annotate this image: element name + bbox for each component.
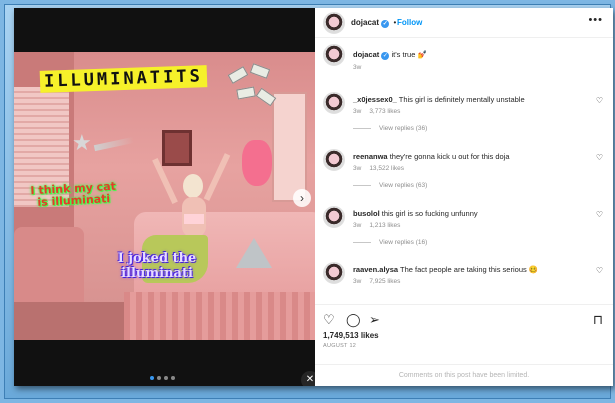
comment-text: The fact people are taking this serious … (400, 265, 539, 274)
heart-icon[interactable]: ♡ (596, 210, 603, 219)
verified-icon: ✓ (381, 52, 390, 60)
avatar[interactable] (323, 206, 345, 228)
sticker-joked-text: I joked the illuminati (117, 251, 197, 281)
avatar[interactable] (323, 12, 345, 34)
view-replies-button[interactable]: View replies (36) (353, 125, 427, 132)
view-replies-button[interactable]: View replies (63) (353, 182, 427, 189)
person-arm (203, 153, 231, 201)
pyramid-sticker-icon (236, 238, 272, 268)
likes-count[interactable]: 1,749,513 likes (323, 331, 379, 340)
carousel-dot (164, 376, 168, 380)
send-icon[interactable]: ➢ (369, 313, 380, 326)
comment-username[interactable]: raaven.alysa (353, 265, 398, 274)
author-username[interactable]: dojacat ✓ • (351, 18, 396, 28)
mute-icon[interactable]: ✕ (301, 371, 315, 386)
comment-icon[interactable]: ◯ (346, 313, 361, 326)
caption-time: 3w (353, 64, 362, 71)
caption-username[interactable]: dojacat (353, 50, 379, 59)
comments-list[interactable]: dojacat ✓ it's true 💅 3w _x0jessex0_ Thi… (315, 40, 613, 305)
carousel-dot (171, 376, 175, 380)
comment-username[interactable]: reenanwa (353, 152, 388, 161)
shooting-star-icon: ★ (72, 130, 92, 155)
post-details: dojacat ✓ • Follow ••• dojacat ✓ it's tr… (315, 8, 613, 386)
more-horizontal-icon[interactable]: ••• (588, 14, 603, 26)
avatar[interactable] (323, 44, 345, 66)
comment-time: 3w (353, 108, 362, 115)
follow-button[interactable]: Follow (397, 18, 422, 27)
person-head (183, 174, 203, 198)
comment-text: they're gonna kick u out for this doja (389, 152, 510, 161)
comment-likes[interactable]: 3,773 likes (369, 108, 400, 115)
comment-time: 3w (353, 165, 362, 172)
avatar[interactable] (323, 262, 345, 284)
heart-icon[interactable]: ♡ (596, 96, 603, 105)
comment-username[interactable]: _x0jessex0_ (353, 95, 397, 104)
avatar[interactable] (323, 92, 345, 114)
caption-text: it's true (391, 50, 416, 59)
heart-icon[interactable]: ♡ (596, 266, 603, 275)
avatar[interactable] (323, 149, 345, 171)
view-replies-button[interactable]: View replies (16) (353, 239, 427, 246)
bed-skirt (124, 292, 315, 340)
comment-text: this girl is so fucking unfunny (381, 209, 478, 218)
comment-likes[interactable]: 13,522 likes (369, 165, 404, 172)
post-media[interactable]: ILLUMINATITS ★ I think my cat is illumin… (14, 8, 315, 386)
post-header: dojacat ✓ • Follow ••• (315, 8, 613, 38)
comment-username[interactable]: busolol (353, 209, 380, 218)
post-date: AUGUST 12 (323, 343, 357, 349)
nail-polish-emoji: 💅 (417, 50, 427, 59)
carousel-dots (150, 376, 175, 380)
bookmark-icon[interactable]: ⊓ (593, 313, 603, 326)
wall-picture (162, 130, 192, 166)
person-top (184, 214, 204, 224)
comment-likes[interactable]: 1,213 likes (369, 222, 400, 229)
chevron-right-icon[interactable]: › (293, 189, 311, 207)
care-bear-sticker-icon (242, 140, 272, 186)
money-sticker-icon (227, 63, 279, 116)
comment-time: 3w (353, 222, 362, 229)
heart-icon[interactable]: ♡ (323, 313, 335, 326)
carousel-dot (157, 376, 161, 380)
sticker-cat-text: I think my cat is illuminati (30, 179, 117, 209)
carousel-dot (150, 376, 154, 380)
verified-icon: ✓ (381, 20, 390, 28)
action-bar: ♡ ◯ ➢ ⊓ (315, 304, 613, 330)
heart-icon[interactable]: ♡ (596, 153, 603, 162)
comment-time: 3w (353, 278, 362, 285)
comment-likes[interactable]: 7,925 likes (369, 278, 400, 285)
comment-text: This girl is definitely mentally unstabl… (398, 95, 525, 104)
comments-limited-notice: Comments on this post have been limited. (315, 364, 613, 386)
